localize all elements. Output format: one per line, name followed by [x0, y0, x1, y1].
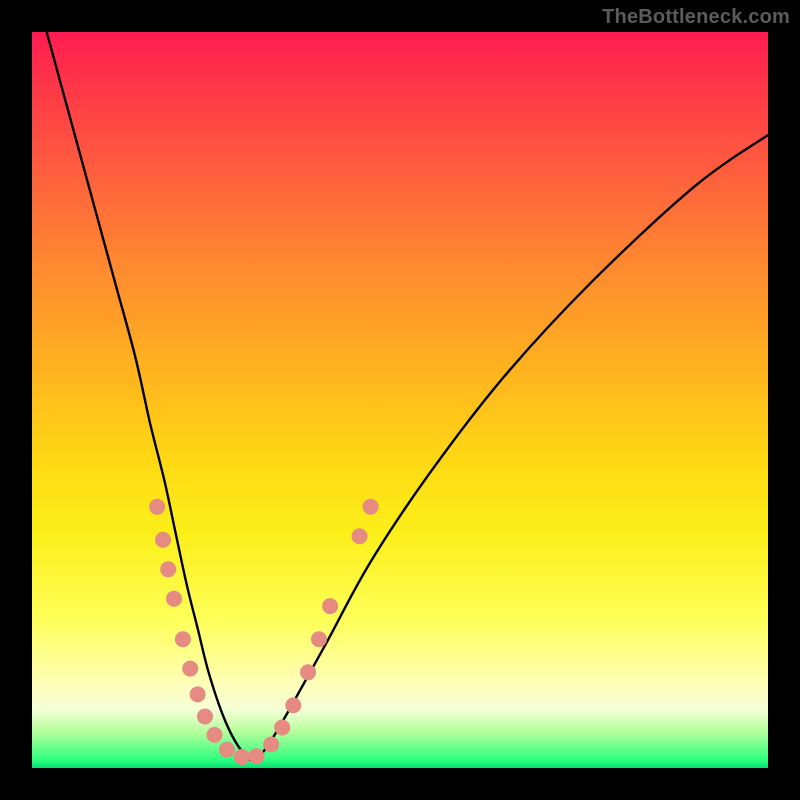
data-dot [352, 528, 368, 544]
data-dot [197, 709, 213, 725]
data-dot [311, 631, 327, 647]
data-dot [234, 749, 250, 765]
data-dot [263, 736, 279, 752]
chart-frame: TheBottleneck.com [0, 0, 800, 800]
data-dot [300, 664, 316, 680]
data-dot [182, 661, 198, 677]
data-dot [166, 591, 182, 607]
watermark-text: TheBottleneck.com [602, 6, 790, 29]
plot-area [32, 32, 768, 768]
data-dot [160, 561, 176, 577]
data-dot [285, 697, 301, 713]
bottleneck-curve [47, 32, 768, 761]
data-dot [190, 686, 206, 702]
data-dot [219, 742, 235, 758]
data-dot [274, 720, 290, 736]
data-dot [322, 598, 338, 614]
curve-dots [149, 499, 379, 765]
data-dot [155, 532, 171, 548]
data-dot [363, 499, 379, 515]
data-dot [207, 727, 223, 743]
data-dot [149, 499, 165, 515]
data-dot [175, 631, 191, 647]
curve-svg [32, 32, 768, 768]
data-dot [249, 748, 265, 764]
